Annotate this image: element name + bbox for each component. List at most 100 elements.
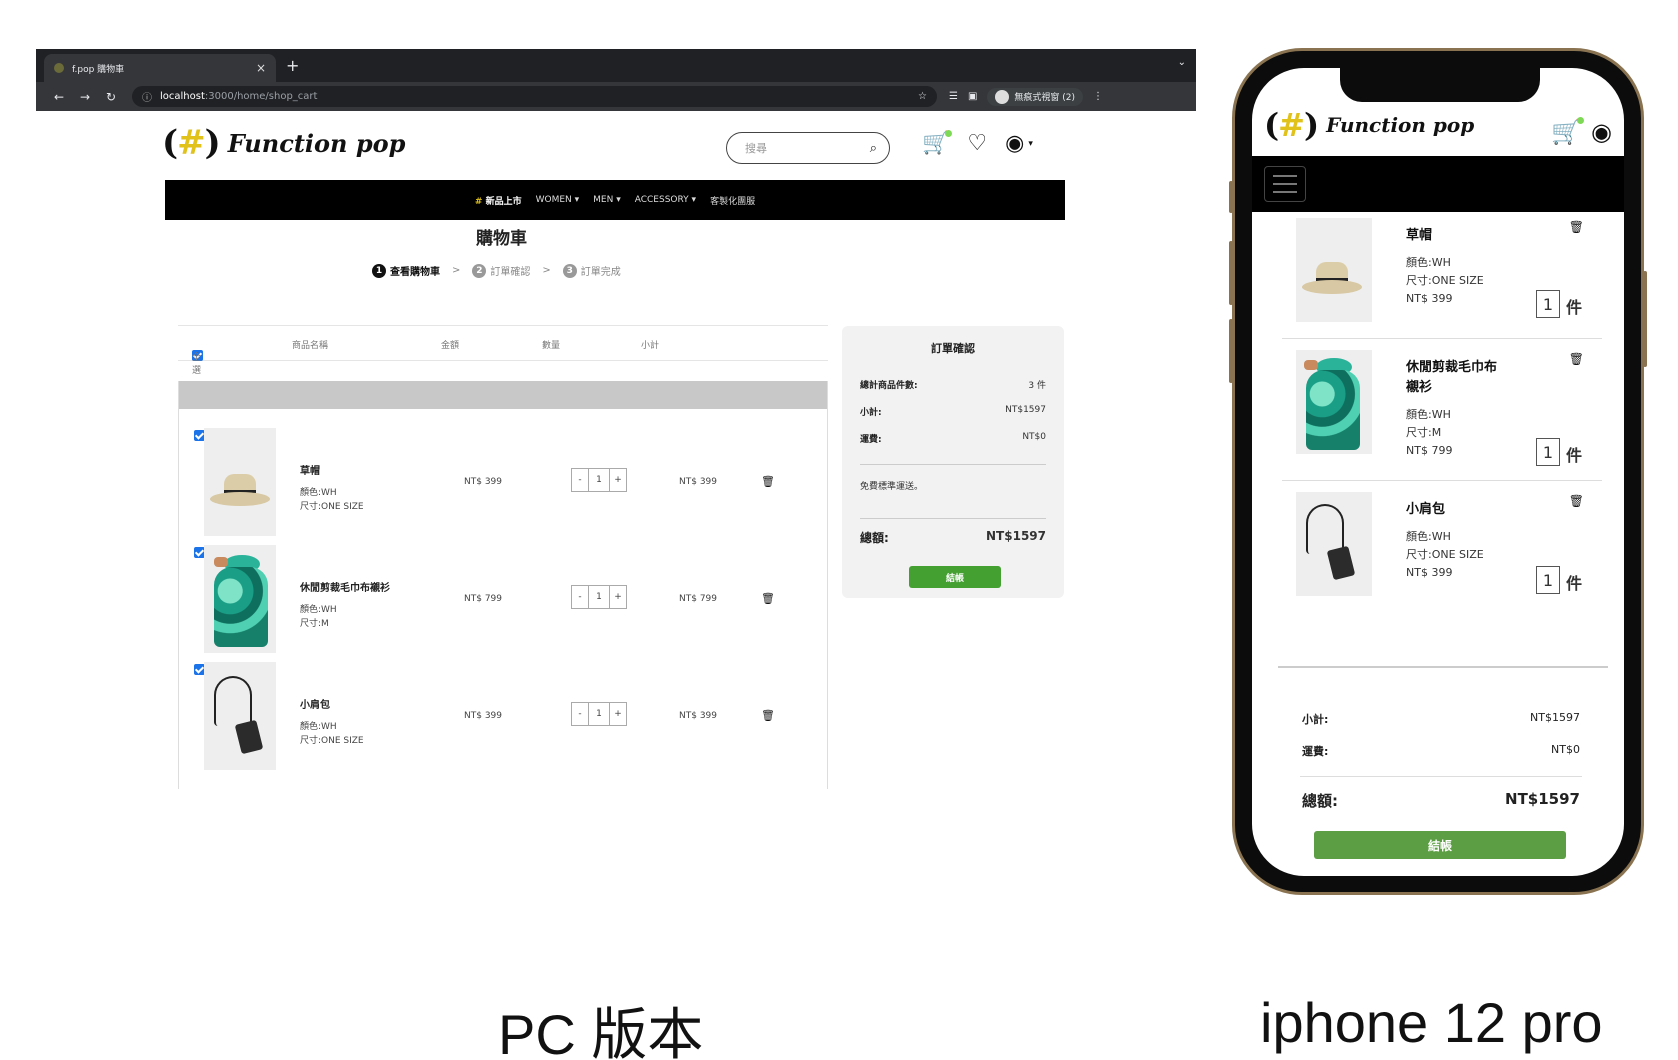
col-price: 金額: [441, 341, 460, 351]
items-header-bar: [179, 381, 827, 409]
product-image-bag[interactable]: [1296, 492, 1372, 596]
logo-text: Function pop: [227, 128, 406, 158]
quantity-input[interactable]: 1: [1536, 438, 1560, 466]
step-separator: >: [542, 265, 551, 276]
decrease-button[interactable]: -: [572, 586, 588, 608]
divider: [1282, 338, 1602, 339]
tab-title: f.pop 購物車: [72, 64, 125, 75]
item-size: 尺寸:ONE SIZE: [300, 736, 364, 746]
summary-subtotal-row: 小計: NT$1597: [860, 405, 1046, 418]
trash-icon[interactable]: 🗑: [1569, 494, 1584, 508]
quantity-stepper: - 1 +: [571, 702, 627, 726]
phone-notch: [1340, 68, 1540, 102]
hamburger-menu-icon[interactable]: [1264, 166, 1306, 202]
header-icons: 🛒 ♡ ◉ ▾: [922, 130, 1033, 156]
reading-list-icon[interactable]: ☰: [949, 91, 958, 102]
phone-caption: iphone 12 pro: [1260, 991, 1603, 1054]
trash-icon[interactable]: 🗑: [1569, 352, 1584, 366]
item-name[interactable]: 休閒剪裁毛巾布襯衫: [1406, 358, 1506, 398]
cart-items: 草帽 顏色:WH 尺寸:ONE SIZE NT$ 399 - 1 + NT$ 3…: [178, 381, 828, 789]
url-bar[interactable]: ⓘ localhost:3000/home/shop_cart ☆: [132, 86, 937, 107]
item-options: 顏色:WH 尺寸:M NT$ 799: [1406, 408, 1453, 457]
product-image-hat[interactable]: [1296, 218, 1372, 322]
decrease-button[interactable]: -: [572, 703, 588, 725]
back-icon[interactable]: ←: [46, 90, 72, 104]
cart-item: 休閒剪裁毛巾布襯衫 顏色:WH 尺寸:M NT$ 799 - 1 + NT$ 7…: [179, 541, 829, 653]
item-name[interactable]: 草帽: [300, 462, 320, 477]
new-tab-button[interactable]: +: [286, 56, 299, 75]
browser-tab[interactable]: f.pop 購物車 ×: [44, 54, 276, 82]
item-subtotal: NT$ 399: [679, 711, 717, 721]
product-image-shirt[interactable]: [204, 545, 276, 653]
divider: [1278, 666, 1608, 668]
forward-icon[interactable]: →: [72, 90, 98, 104]
phone-side-button: [1229, 181, 1233, 213]
site-logo[interactable]: (#) Function pop: [162, 123, 405, 163]
decrease-button[interactable]: -: [572, 469, 588, 491]
incognito-profile-button[interactable]: 無痕式視窗 (2): [987, 87, 1084, 106]
product-image-hat[interactable]: [204, 428, 276, 536]
quantity-stepper: - 1 +: [571, 585, 627, 609]
checkout-button[interactable]: 結帳: [909, 566, 1001, 588]
nav-item-new[interactable]: # 新品上市: [475, 194, 522, 207]
increase-button[interactable]: +: [610, 469, 626, 491]
heart-icon[interactable]: ♡: [967, 131, 987, 156]
user-account-icon[interactable]: ◉: [1005, 131, 1024, 156]
step-order-confirm: 2 訂單確認: [472, 263, 530, 278]
item-name[interactable]: 草帽: [1406, 226, 1506, 246]
quantity-input[interactable]: 1: [588, 469, 610, 491]
product-image-shirt[interactable]: [1296, 350, 1372, 454]
search-input[interactable]: 搜尋 ⌕: [726, 132, 890, 164]
user-account-icon[interactable]: ◉: [1591, 118, 1612, 146]
phone-side-button: [1229, 319, 1233, 383]
cart-item: 小肩包 顏色:WH 尺寸:ONE SIZE NT$ 399 🗑 1 件: [1284, 492, 1604, 632]
increase-button[interactable]: +: [610, 703, 626, 725]
cart-icon[interactable]: 🛒: [922, 130, 953, 156]
quantity-input[interactable]: 1: [1536, 290, 1560, 318]
summary-total-row: 總額: NT$1597: [860, 529, 1046, 545]
browser-menu-icon[interactable]: ⋮: [1093, 91, 1103, 102]
nav-item-men[interactable]: MEN ▾: [593, 195, 621, 205]
quantity-input[interactable]: 1: [588, 703, 610, 725]
bookmark-star-icon[interactable]: ☆: [918, 91, 927, 102]
summary-count-row: 總計商品件數: 3 件: [860, 381, 1046, 391]
cart-item: 草帽 顏色:WH 尺寸:ONE SIZE NT$ 399 - 1 + NT$ 3…: [179, 424, 829, 536]
increase-button[interactable]: +: [610, 586, 626, 608]
quantity-unit: 件: [1565, 574, 1582, 593]
site-logo[interactable]: (#) Function pop: [1264, 106, 1474, 144]
site-info-icon[interactable]: ⓘ: [142, 89, 152, 104]
nav-item-women[interactable]: WOMEN ▾: [536, 195, 580, 205]
nav-item-accessory[interactable]: ACCESSORY ▾: [635, 195, 696, 205]
col-qty: 數量: [542, 341, 561, 351]
search-icon[interactable]: ⌕: [870, 141, 877, 156]
quantity-input[interactable]: 1: [1536, 566, 1560, 594]
trash-icon[interactable]: 🗑: [761, 475, 775, 488]
iphone-frame: (#) Function pop 🛒 ◉ 草帽 顏色:WH 尺寸:ONE SIZE…: [1229, 48, 1647, 895]
quantity-input[interactable]: 1: [588, 586, 610, 608]
checkout-button[interactable]: 結帳: [1314, 831, 1566, 859]
cart-icon[interactable]: 🛒: [1551, 117, 1585, 146]
tab-search-icon[interactable]: ⌄: [1178, 57, 1186, 68]
trash-icon[interactable]: 🗑: [761, 592, 775, 605]
phone-screen: (#) Function pop 🛒 ◉ 草帽 顏色:WH 尺寸:ONE SIZE…: [1252, 68, 1624, 876]
item-color: 顏色:WH: [300, 605, 337, 615]
nav-item-custom[interactable]: 客製化團服: [710, 194, 755, 207]
chevron-down-icon[interactable]: ▾: [1028, 139, 1033, 149]
item-name[interactable]: 休閒剪裁毛巾布襯衫: [300, 579, 390, 594]
side-panel-icon[interactable]: ▣: [968, 91, 977, 102]
item-name[interactable]: 小肩包: [300, 696, 330, 711]
trash-icon[interactable]: 🗑: [761, 709, 775, 722]
tab-close-icon[interactable]: ×: [256, 61, 266, 75]
item-subtotal: NT$ 799: [679, 594, 717, 604]
reload-icon[interactable]: ↻: [98, 90, 124, 104]
col-name: 商品名稱: [292, 341, 329, 351]
step-separator: >: [452, 265, 461, 276]
quantity-stepper: - 1 +: [571, 468, 627, 492]
order-summary: 訂單確認 總計商品件數: 3 件 小計: NT$1597 運費: NT$0 免費標準運…: [842, 326, 1064, 598]
pc-caption: PC 版本: [498, 1003, 704, 1060]
summary-shipping-row: 運費: NT$0: [860, 432, 1046, 445]
item-price: NT$ 399: [464, 477, 502, 487]
item-name[interactable]: 小肩包: [1406, 500, 1506, 520]
product-image-bag[interactable]: [204, 662, 276, 770]
trash-icon[interactable]: 🗑: [1569, 220, 1584, 234]
